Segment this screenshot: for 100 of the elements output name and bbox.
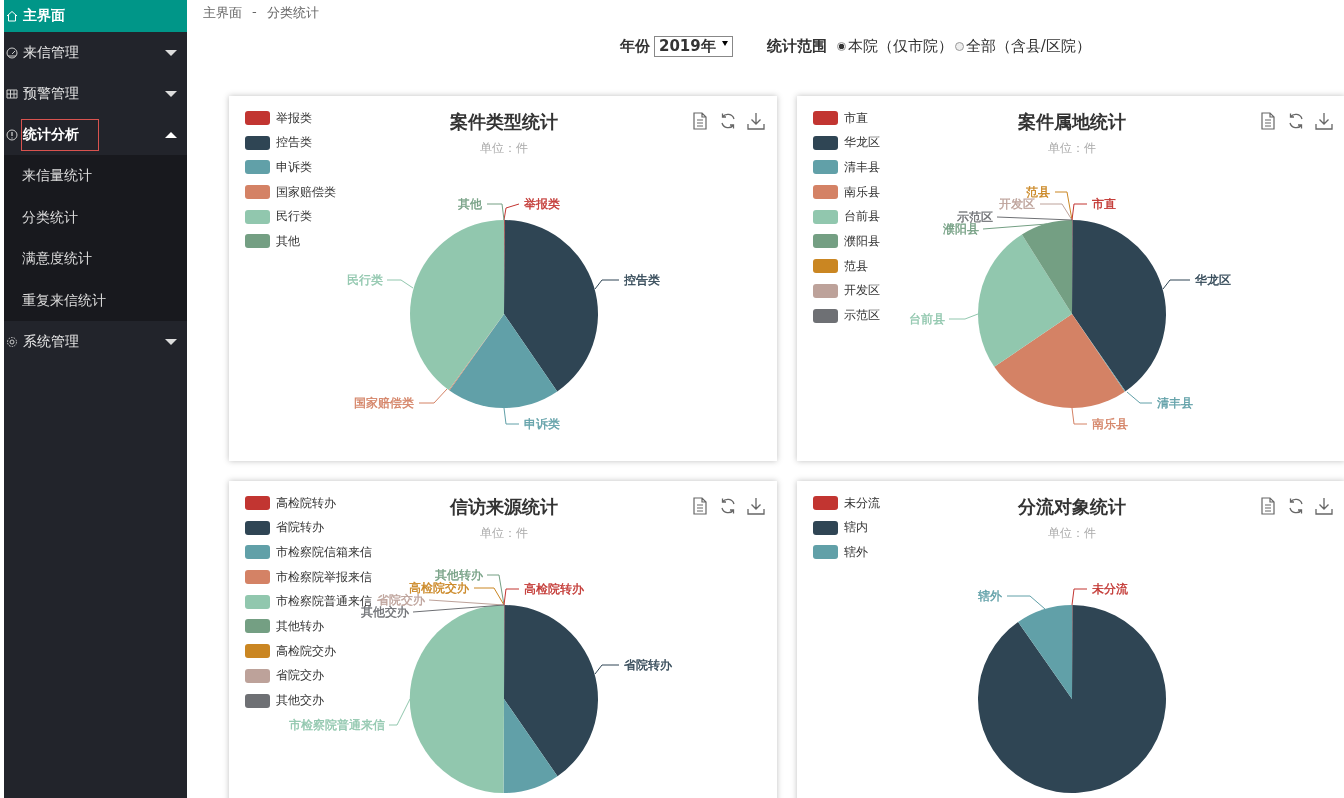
range-label: 统计范围 <box>766 36 827 56</box>
legend-label[interactable]: 高检院交办 <box>276 642 336 660</box>
download-icon[interactable] <box>1315 497 1333 515</box>
refresh-icon[interactable] <box>1287 112 1305 130</box>
download-icon[interactable] <box>747 497 765 515</box>
leader-line <box>388 698 411 726</box>
submenu-item[interactable]: 来信量统计 <box>4 155 187 197</box>
leader-line <box>1071 588 1088 606</box>
leader-line <box>594 279 620 290</box>
menu-item[interactable]: 主界面 <box>4 0 187 32</box>
refresh-icon[interactable] <box>1287 497 1305 515</box>
pie-label: 台前县 <box>909 312 945 326</box>
legend-label[interactable]: 辖外 <box>844 543 868 561</box>
home-icon <box>6 10 18 22</box>
leader-line <box>1071 407 1088 425</box>
chart-title: 案件类型统计 <box>450 110 558 134</box>
radio-option[interactable]: 全部（含县/区院） <box>954 36 1091 56</box>
pie-label: 南乐县 <box>1092 417 1128 431</box>
menu-item[interactable]: 来信管理 <box>4 32 187 73</box>
document-icon[interactable] <box>691 497 709 515</box>
pie-label: 清丰县 <box>1157 396 1193 410</box>
pie-label: 申诉类 <box>524 417 560 431</box>
legend-label[interactable]: 举报类 <box>276 109 312 127</box>
breadcrumb-separator: - <box>252 4 257 21</box>
legend-label[interactable]: 华龙区 <box>844 134 880 152</box>
refresh-icon[interactable] <box>719 497 737 515</box>
pie-label: 示范区 <box>957 210 993 224</box>
pie-label: 省院交办 <box>377 593 425 607</box>
settings-icon <box>6 335 18 348</box>
legend-label[interactable]: 市检察院信箱来信 <box>276 543 372 561</box>
chart-subtitle: 单位：件 <box>480 525 528 542</box>
chart-subtitle: 单位：件 <box>480 140 528 157</box>
leader-line <box>982 223 1048 230</box>
pie-label: 范县 <box>1026 185 1050 199</box>
submenu-item[interactable]: 满意度统计 <box>4 238 187 280</box>
submenu-item[interactable]: 分类统计 <box>4 196 187 238</box>
chart-subtitle: 单位：件 <box>1048 525 1096 542</box>
pie-label: 市直 <box>1092 197 1116 211</box>
legend-label[interactable]: 未分流 <box>844 494 880 512</box>
breadcrumb-item[interactable]: 主界面 <box>203 4 242 24</box>
leader-line <box>503 203 520 221</box>
document-icon[interactable] <box>691 112 709 130</box>
legend-label[interactable]: 南乐县 <box>844 183 880 201</box>
caret-icon <box>721 40 728 46</box>
leader-line <box>948 313 979 320</box>
gauge-icon <box>6 46 18 59</box>
radio-option[interactable]: 本院（仅市院） <box>836 36 953 56</box>
pie-label: 其他 <box>458 197 482 211</box>
pie-label: 举报类 <box>524 197 560 211</box>
pie-label: 高检院转办 <box>524 582 584 596</box>
legend-label[interactable]: 范县 <box>844 257 868 275</box>
legend-label[interactable]: 其他转办 <box>276 617 324 635</box>
legend-label[interactable]: 国家赔偿类 <box>276 183 336 201</box>
pie-label: 市检察院普通来信 <box>289 718 385 732</box>
pie-label: 国家赔偿类 <box>354 396 414 410</box>
legend-label[interactable]: 省院转办 <box>276 519 324 537</box>
breadcrumb-item[interactable]: 分类统计 <box>266 4 319 24</box>
legend-label[interactable]: 市检察院举报来信 <box>276 568 372 586</box>
legend-label[interactable]: 其他 <box>276 232 300 250</box>
year-select[interactable]: 2019年 <box>654 35 733 57</box>
refresh-icon[interactable] <box>719 112 737 130</box>
chart-title: 信访来源统计 <box>450 495 558 519</box>
legend-label[interactable]: 高检院转办 <box>276 494 336 512</box>
download-icon[interactable] <box>747 112 765 130</box>
leader-line <box>594 664 620 675</box>
pie-label: 其他转办 <box>435 568 483 582</box>
legend-label[interactable]: 清丰县 <box>844 158 880 176</box>
legend-label[interactable]: 其他交办 <box>276 692 324 709</box>
leader-line <box>1162 279 1191 290</box>
legend-label[interactable]: 濮阳县 <box>844 232 880 250</box>
legend-label[interactable]: 申诉类 <box>276 158 312 176</box>
document-icon[interactable] <box>1259 497 1277 515</box>
legend-label[interactable]: 市直 <box>844 109 868 127</box>
leader-line <box>486 203 505 221</box>
legend-label[interactable]: 辖内 <box>844 519 868 537</box>
leader-line <box>418 388 448 404</box>
pie-label: 民行类 <box>347 273 383 287</box>
pie-label: 未分流 <box>1092 582 1128 596</box>
pie-label: 省院转办 <box>624 658 672 672</box>
year-label: 年份 <box>620 36 650 56</box>
legend-label[interactable]: 示范区 <box>844 307 880 324</box>
download-icon[interactable] <box>1315 112 1333 130</box>
chart-title: 分流对象统计 <box>1018 495 1126 519</box>
menu-item[interactable]: 统计分析 <box>4 114 187 155</box>
chart-title: 案件属地统计 <box>1018 110 1126 134</box>
legend-label[interactable]: 民行类 <box>276 208 312 226</box>
legend-label[interactable]: 台前县 <box>844 208 880 226</box>
leader-line <box>1126 391 1153 404</box>
pie-label: 开发区 <box>999 197 1035 211</box>
submenu-item[interactable]: 重复来信统计 <box>4 279 187 321</box>
leader-line <box>386 279 414 289</box>
leader-line <box>503 407 520 425</box>
legend-label[interactable]: 省院交办 <box>276 667 324 685</box>
legend-label[interactable]: 控告类 <box>276 134 312 152</box>
document-icon[interactable] <box>1259 112 1277 130</box>
menu-item[interactable]: 预警管理 <box>4 73 187 114</box>
menu-item[interactable]: 系统管理 <box>4 321 187 362</box>
legend-label[interactable]: 开发区 <box>844 282 880 300</box>
pie-label: 高检院交办 <box>409 581 469 595</box>
pie-label: 辖外 <box>978 589 1002 603</box>
